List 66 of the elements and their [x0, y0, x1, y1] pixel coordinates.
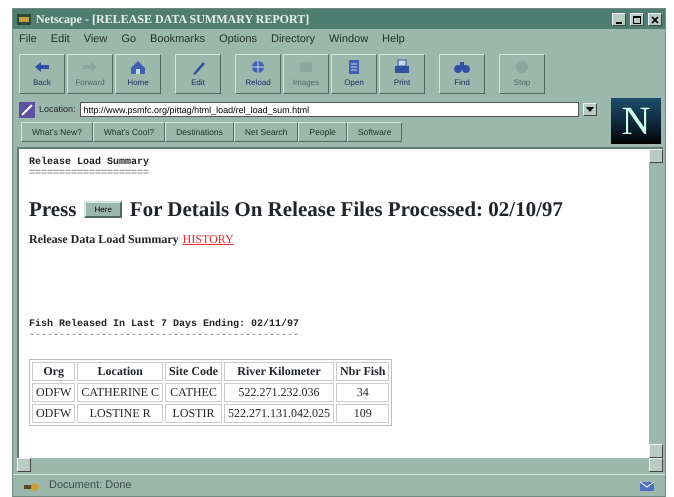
directory-button[interactable]: People	[298, 122, 347, 142]
heading-text: Press	[29, 196, 76, 222]
fish-title: Fish Released In Last 7 Days Ending: 02/11/97	[29, 318, 300, 330]
toolbar-button[interactable]: Print	[379, 54, 425, 94]
menu-item[interactable]: Go	[121, 31, 136, 48]
menu-item[interactable]: Directory	[271, 31, 316, 48]
table-cell: 34	[336, 382, 390, 402]
table-cell: ODFW	[32, 382, 76, 402]
maximize-icon	[633, 16, 641, 24]
vertical-scrollbar[interactable]	[649, 148, 663, 458]
dropdown-button[interactable]	[583, 103, 597, 116]
column-header: Org	[32, 362, 76, 380]
mail-icon	[639, 478, 655, 492]
column-header: Nbr Fish	[336, 362, 390, 380]
summary-text: Release Data Load Summary	[29, 232, 179, 246]
toolbar-button[interactable]: Edit	[175, 54, 221, 94]
table-cell: ODFW	[32, 404, 76, 422]
menu-item[interactable]: View	[84, 31, 108, 48]
column-header: Site Code	[165, 362, 222, 380]
toolbar-button[interactable]: Back	[19, 54, 65, 94]
table-cell: LOSTIR	[165, 404, 222, 422]
menu-item[interactable]: Bookmarks	[150, 31, 206, 48]
toolbar-button[interactable]: Find	[439, 54, 485, 94]
table-cell: CATHERINE C	[77, 382, 164, 402]
table-cell: 109	[336, 404, 390, 422]
close-button[interactable]	[648, 12, 662, 26]
menu-item[interactable]: File	[19, 31, 37, 48]
minimize-icon	[616, 22, 622, 24]
minimize-button[interactable]	[612, 12, 626, 26]
house-icon	[128, 58, 148, 74]
toolbar-button[interactable]: Open	[331, 54, 377, 94]
fish-underline: ---------------------------------------------	[29, 330, 300, 340]
column-header: River Kilometer	[224, 362, 334, 380]
location-label: Location:	[39, 102, 76, 116]
close-icon	[651, 16, 659, 24]
table-cell: CATHEC	[165, 382, 222, 402]
column-header: Location	[77, 362, 164, 380]
caret-icon	[586, 107, 594, 114]
heading-text: For Details On Release Files Processed: 02/10/97	[130, 196, 563, 222]
table-cell: LOSTINE R	[77, 404, 164, 422]
netscape-logo: N	[611, 98, 661, 144]
link-icon	[19, 102, 35, 118]
toolbar-button[interactable]: Reload	[235, 54, 281, 94]
table-cell: 522.271.232.036	[224, 382, 334, 402]
menu-item[interactable]: Help	[382, 31, 405, 48]
maximize-button[interactable]	[630, 12, 644, 26]
directory-button[interactable]: Net Search	[234, 122, 298, 142]
window-title: Netscape - [RELEASE DATA SUMMARY REPORT]	[36, 12, 310, 26]
menu-item[interactable]: Options	[219, 31, 257, 48]
printer-icon	[392, 58, 412, 74]
status-text: Document: Done	[49, 478, 132, 494]
directory-button[interactable]: What's New?	[21, 122, 93, 142]
directory-button[interactable]: Destinations	[165, 122, 234, 142]
app-icon	[16, 12, 32, 26]
section-underline: ====================	[29, 168, 150, 178]
section-title: Release Load Summary	[29, 156, 150, 168]
horizontal-scrollbar[interactable]	[17, 458, 663, 474]
directory-button[interactable]: What's Cool?	[92, 122, 166, 142]
table-cell: 522.271.131.042.025	[224, 404, 334, 422]
menu-item[interactable]: Window	[329, 31, 368, 48]
here-button[interactable]: Here	[84, 200, 122, 218]
toolbar-button[interactable]: Home	[115, 54, 161, 94]
menu-item[interactable]: Edit	[50, 31, 70, 48]
history-link[interactable]: HISTORY	[182, 232, 234, 246]
directory-button[interactable]: Software	[346, 122, 402, 142]
url-field[interactable]: http://www.psmfc.org/pittag/html_load/rel_load_sum.html	[80, 102, 579, 117]
